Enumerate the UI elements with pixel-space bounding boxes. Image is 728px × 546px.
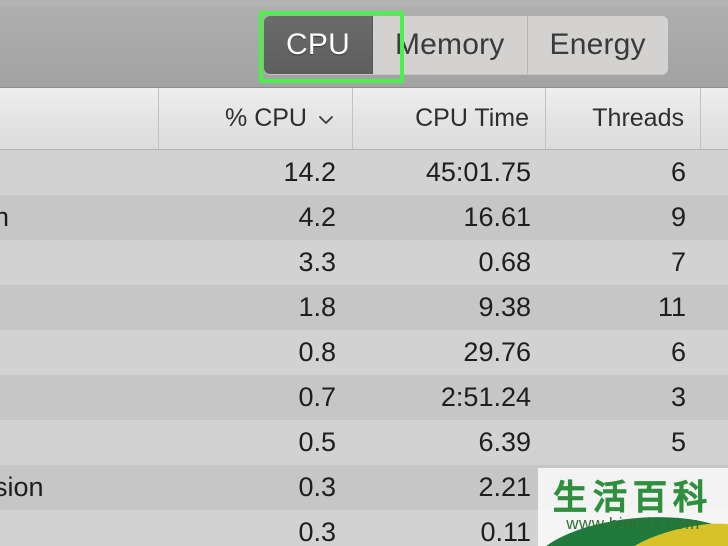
cell-threads: 7 <box>670 247 686 277</box>
cell-cpu-percent: 3.3 <box>298 247 336 277</box>
cell-threads <box>545 465 700 510</box>
tab-energy[interactable]: Energy <box>527 16 668 74</box>
tab-cpu-label: CPU <box>286 28 350 61</box>
cell-cpu-percent: 0.8 <box>298 337 336 367</box>
view-tab-group[interactable]: CPU Memory Energy <box>264 16 668 74</box>
table-row[interactable]: n 4.2 16.61 9 <box>0 195 728 240</box>
tab-energy-label: Energy <box>549 28 646 61</box>
cell-cpu-time: 6.39 <box>478 427 531 457</box>
cell-threads: 5 <box>670 427 686 457</box>
toolbar-top-edge <box>0 0 728 6</box>
table-row[interactable]: sion 0.3 2.21 <box>0 465 728 510</box>
cell-cpu-time: 9.38 <box>478 292 531 322</box>
column-header-cpu-time[interactable]: CPU Time <box>352 88 545 149</box>
cell-process-name <box>0 420 158 465</box>
process-table-body[interactable]: 14.2 45:01.75 6 n 4.2 16.61 9 3.3 0.68 7… <box>0 150 728 546</box>
cell-threads: 3 <box>670 382 686 412</box>
cell-cpu-percent: 0.3 <box>298 472 336 502</box>
cell-cpu-time: 16.61 <box>463 202 531 232</box>
table-column-header: % CPU CPU Time Threads <box>0 88 728 150</box>
cell-process-name <box>0 510 158 546</box>
column-header-threads-label: Threads <box>592 104 684 132</box>
cell-process-name <box>0 285 158 330</box>
tab-memory[interactable]: Memory <box>372 16 528 74</box>
cell-threads: 6 <box>670 337 686 367</box>
table-row[interactable]: 14.2 45:01.75 6 <box>0 150 728 195</box>
column-header-cpu-time-label: CPU Time <box>415 104 529 132</box>
table-row[interactable]: 0.7 2:51.24 3 <box>0 375 728 420</box>
column-header-name[interactable] <box>0 88 158 149</box>
cell-threads: 9 <box>670 202 686 232</box>
tab-cpu[interactable]: CPU <box>264 16 373 74</box>
cell-threads <box>545 510 700 546</box>
column-header-cpu-percent[interactable]: % CPU <box>158 88 352 149</box>
column-header-threads[interactable]: Threads <box>545 88 700 149</box>
cell-cpu-percent: 4.2 <box>298 202 336 232</box>
table-row[interactable]: 0.3 0.11 <box>0 510 728 546</box>
cell-process-name: n <box>0 202 10 232</box>
tab-memory-label: Memory <box>394 28 505 61</box>
table-row[interactable]: 1.8 9.38 11 <box>0 285 728 330</box>
table-row[interactable]: 0.8 29.76 6 <box>0 330 728 375</box>
column-header-cpu-percent-label: % CPU <box>225 104 307 132</box>
cell-process-name <box>0 330 158 375</box>
cell-process-name <box>0 375 158 420</box>
cell-cpu-percent: 1.8 <box>298 292 336 322</box>
chevron-down-icon <box>316 110 336 130</box>
cell-cpu-time: 0.11 <box>480 517 531 546</box>
cell-process-name: sion <box>0 472 44 502</box>
cell-cpu-percent: 0.3 <box>298 517 336 546</box>
cell-cpu-time: 2.21 <box>478 472 531 502</box>
cell-threads: 11 <box>657 292 686 322</box>
toolbar: CPU Memory Energy <box>0 0 728 88</box>
cell-cpu-time: 29.76 <box>463 337 531 367</box>
cell-cpu-percent: 0.5 <box>298 427 336 457</box>
column-header-overflow <box>700 88 728 149</box>
cell-cpu-percent: 0.7 <box>298 382 336 412</box>
cell-process-name <box>0 240 158 285</box>
cell-cpu-time: 2:51.24 <box>440 382 531 412</box>
table-row[interactable]: 0.5 6.39 5 <box>0 420 728 465</box>
cell-process-name <box>0 150 158 195</box>
cell-cpu-percent: 14.2 <box>283 157 336 187</box>
cell-cpu-time: 0.68 <box>478 247 531 277</box>
table-row[interactable]: 3.3 0.68 7 <box>0 240 728 285</box>
activity-monitor-window: CPU Memory Energy % CPU CPU Time Threads… <box>0 0 728 546</box>
cell-threads: 6 <box>670 157 686 187</box>
cell-cpu-time: 45:01.75 <box>425 157 531 187</box>
